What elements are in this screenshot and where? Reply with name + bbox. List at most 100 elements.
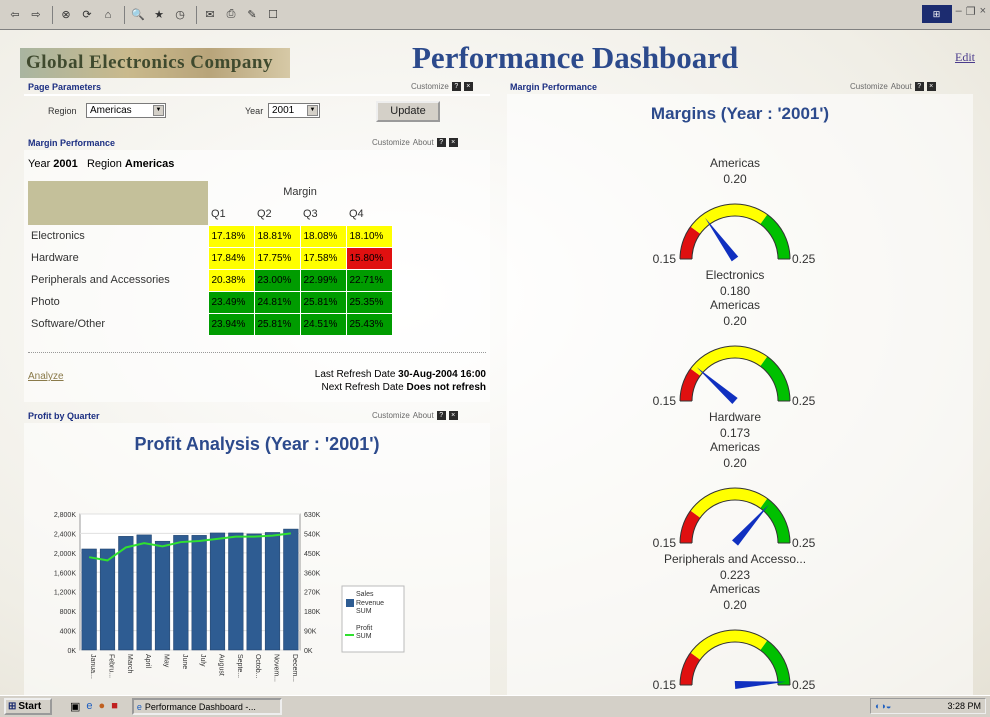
minimize-icon[interactable]: – [956, 5, 962, 23]
refresh-icon[interactable]: ⟳ [78, 6, 96, 24]
quarter-header: Q3 [303, 207, 318, 220]
history-icon[interactable]: ◷ [171, 6, 189, 24]
x-tick-label: May [163, 654, 170, 668]
profit-actions: Customize About ? × [372, 411, 458, 420]
profit-by-quarter-title: Profit by Quarter [28, 411, 100, 421]
mail-icon[interactable]: ✉ [201, 6, 219, 24]
show-desktop-icon[interactable]: ▣ [70, 700, 80, 713]
taskbar-task-button[interactable]: e Performance Dashboard -... [131, 698, 282, 715]
windows-logo-icon: ⊞ [921, 5, 952, 23]
app-icon[interactable]: ■ [111, 700, 118, 713]
quarter-header: Q4 [349, 207, 364, 220]
customize-link[interactable]: Customize [372, 411, 410, 420]
next-refresh-label: Next Refresh Date [321, 382, 404, 393]
help-icon[interactable]: ? [914, 82, 924, 91]
close-icon[interactable]: × [448, 138, 458, 147]
chevron-down-icon: ▼ [153, 105, 164, 116]
about-link[interactable]: About [891, 82, 912, 91]
about-link[interactable]: About [413, 138, 434, 147]
margin-cell: 18.81% [253, 224, 301, 248]
back-icon[interactable]: ⇦ [6, 6, 24, 24]
favorites-icon[interactable]: ★ [150, 6, 168, 24]
y-left-tick-label: 1,200K [54, 590, 77, 597]
y-left-tick-label: 2,400K [54, 531, 77, 538]
y-right-tick-label: 180K [304, 609, 321, 616]
gauge-target-label: 0.20 [723, 598, 747, 612]
page-title: Performance Dashboard [412, 40, 739, 75]
x-tick-label: July [199, 654, 206, 667]
help-icon[interactable]: ? [451, 82, 461, 91]
table-row: Hardware 17.84% 17.75% 17.58% 15.80% [28, 246, 393, 270]
revenue-bar [246, 533, 262, 651]
revenue-bar [173, 535, 189, 651]
close-icon[interactable]: × [463, 82, 473, 91]
margin-cell: 22.71% [345, 268, 393, 292]
y-left-tick-label: 1,600K [54, 570, 77, 577]
gauge-max-label: 0.25 [792, 394, 816, 408]
region-select[interactable]: Americas ▼ [86, 103, 166, 118]
year-context-value: 2001 [53, 158, 78, 170]
stop-icon[interactable]: ⊗ [57, 6, 75, 24]
year-select[interactable]: 2001 ▼ [268, 103, 320, 118]
ie-icon[interactable]: e [86, 700, 92, 713]
help-icon[interactable]: ? [436, 411, 446, 420]
gauge-name-label: Electronics [706, 268, 765, 282]
outlook-icon[interactable]: ● [99, 700, 106, 713]
divider [24, 94, 490, 96]
margin-cell: 18.10% [345, 224, 393, 248]
customize-link[interactable]: Customize [372, 138, 410, 147]
gauge-needle [731, 504, 769, 546]
dashboard-page: Global Electronics Company Performance D… [0, 30, 990, 695]
revenue-bar [209, 532, 226, 651]
region-context-value: Americas [124, 158, 175, 170]
edit-icon[interactable]: ✎ [243, 6, 261, 24]
start-button[interactable]: ⊞ Start [4, 698, 52, 715]
gauge-min-label: 0.15 [653, 536, 677, 550]
revenue-bar [99, 548, 116, 651]
revenue-bar [81, 548, 97, 651]
revenue-bar [136, 534, 152, 651]
last-refresh-label: Last Refresh Date [314, 369, 396, 380]
chevron-down-icon: ▼ [307, 105, 318, 116]
gauge-band [760, 498, 790, 544]
home-icon[interactable]: ⌂ [99, 6, 117, 24]
help-icon[interactable]: ? [436, 138, 446, 147]
x-tick-label: Decem... [291, 654, 298, 682]
close-icon[interactable]: × [980, 5, 986, 23]
customize-link[interactable]: Customize [850, 82, 888, 91]
toolbar-separator [52, 5, 53, 24]
x-tick-label: August [218, 654, 225, 676]
gauge-needle [696, 367, 738, 405]
company-logo: Global Electronics Company [20, 48, 290, 78]
margin-gauges: Americas0.200.15 0.25Electronics0.180Amer… [653, 156, 816, 695]
gauge-region-label: Americas [710, 156, 760, 170]
restore-icon[interactable]: ❐ [966, 5, 976, 23]
quick-launch: ▣ e ● ■ [70, 700, 118, 713]
gauge-value-label: 0.223 [720, 568, 750, 582]
measure-header: Margin [283, 186, 317, 198]
edit-link[interactable]: Edit [955, 50, 975, 65]
update-button[interactable]: Update [376, 101, 440, 122]
search-icon[interactable]: 🔍 [129, 6, 147, 24]
y-right-tick-label: 90K [304, 629, 317, 636]
print-icon[interactable]: ⎙ [222, 6, 240, 24]
close-icon[interactable]: × [448, 411, 458, 420]
margin-cell: 23.49% [207, 290, 255, 314]
analyze-link[interactable]: Analyze [28, 371, 64, 382]
customize-link[interactable]: Customize [411, 82, 449, 91]
margin-cell: 15.80% [345, 246, 393, 270]
forward-icon[interactable]: ⇨ [27, 6, 45, 24]
tray-icons[interactable]: ◐◑◒ [875, 701, 891, 711]
y-left-tick-label: 400K [60, 629, 77, 636]
clock: 3:28 PM [947, 701, 981, 711]
x-tick-label: Septe... [236, 654, 243, 678]
close-icon[interactable]: × [926, 82, 936, 91]
page-parameters-title: Page Parameters [28, 82, 102, 92]
about-link[interactable]: About [413, 411, 434, 420]
table-row: Photo 23.49% 24.81% 25.81% 25.35% [28, 290, 393, 314]
gauge-chart-title: Margins (Year : '2001') [650, 104, 830, 123]
margin-cell: 25.81% [299, 290, 347, 314]
discuss-icon[interactable]: ☐ [264, 6, 282, 24]
margin-cell: 23.00% [253, 268, 301, 292]
x-tick-label: March [126, 654, 133, 674]
